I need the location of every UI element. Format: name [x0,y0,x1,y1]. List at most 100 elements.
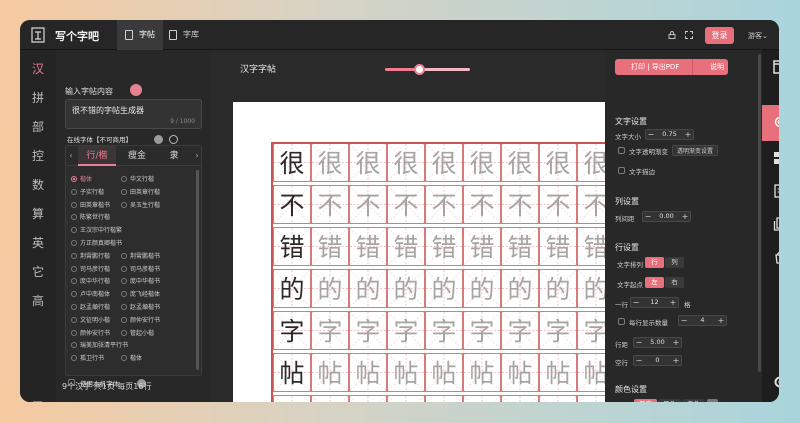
blank-rows-minus[interactable]: − [634,356,644,365]
fullscreen-icon[interactable] [685,31,693,39]
font-option[interactable]: 荆霄鹏楷书 [121,251,160,260]
font-option[interactable]: 赵孟頫楷书 [121,302,160,311]
rail-item-radical[interactable]: 部 [20,118,56,135]
grid-cell: 不 [577,185,605,224]
font-size-stepper[interactable]: − 0.75 + [645,129,694,140]
color-black-option[interactable]: 黑色 [658,399,681,402]
font-option[interactable]: 荆霄鹏行楷 [71,251,110,260]
rail-item-math[interactable]: 算 [20,205,56,222]
tool-template[interactable] [762,240,779,276]
start-left-option[interactable]: 左 [645,277,664,288]
font-option[interactable]: 庞中华行楷 [71,276,110,285]
row-height-stepper[interactable]: − 5.00 + [633,337,682,348]
font-option[interactable]: 华文行楷 [121,174,154,183]
outline-checkbox[interactable] [618,167,625,174]
row-height-plus[interactable]: + [671,338,681,347]
color-white-option[interactable]: 白色 [682,399,705,402]
font-option[interactable]: 管起小楷 [121,328,154,337]
opacity-settings-button[interactable]: 透明渐变设置 [672,145,719,156]
font-help-icon[interactable] [154,135,163,144]
tab-shoujin[interactable]: 瘦金 [118,146,156,166]
color-gradient-option[interactable]: 渐变 [634,399,657,402]
rail-item-pinyin[interactable]: 拼 [20,89,56,106]
print-export-button[interactable]: 打印 | 导出PDF 说明 [615,59,728,75]
zoom-slider-knob[interactable] [414,64,425,75]
tool-document[interactable] [762,174,779,210]
font-option[interactable]: 颜仲安行书 [121,315,160,324]
font-option[interactable]: 吴玉生行楷 [121,200,160,209]
per-row-stepper[interactable]: − 12 + [630,297,679,308]
tool-copy[interactable] [762,207,779,243]
font-option[interactable]: 方正颜真卿楷书 [71,238,122,247]
menu-icon[interactable] [33,401,42,402]
tab-font-library[interactable]: 字库 [161,20,207,50]
font-option[interactable]: 司马彦行楷 [71,264,110,273]
font-size-minus[interactable]: − [646,130,656,139]
grid-character: 很 [355,149,381,178]
per-row-show-plus[interactable]: + [716,316,726,325]
grid-cell: 的 [501,269,539,308]
tab-running-regular[interactable]: 行/楷 [78,146,116,166]
input-help-badge[interactable] [130,84,142,96]
column-spacing-minus[interactable]: − [643,212,653,221]
blank-rows-plus[interactable]: + [671,356,681,365]
font-option[interactable]: 田英章行楷 [121,187,160,196]
content-textarea[interactable]: 很不错的字帖生成器 9 / 1000 [65,99,202,129]
login-button[interactable]: 登录 [705,27,734,44]
font-option[interactable]: 楷体 [121,353,142,362]
start-right-option[interactable]: 右 [665,277,684,288]
per-row-show-minus[interactable]: − [679,316,689,325]
font-option[interactable]: 庞飞经楷体 [121,289,160,298]
per-row-plus[interactable]: + [668,298,678,307]
color-picker-swatch[interactable] [707,399,718,402]
font-option[interactable]: 孤卫行书 [71,353,104,362]
column-spacing-stepper[interactable]: − 0.00 + [642,211,691,222]
font-option[interactable]: 王汉宗中行楷繁 [71,225,122,234]
font-option[interactable]: 陈繁世行楷 [71,212,110,221]
tool-settings[interactable] [762,105,779,141]
font-option[interactable]: 卢中南楷体 [71,289,110,298]
opacity-checkbox[interactable] [618,147,625,154]
refresh-icon[interactable] [169,135,178,144]
font-option[interactable]: 庞中华楷书 [121,276,160,285]
per-row-show-stepper[interactable]: − 4 + [678,315,727,326]
tab-clerical[interactable]: 隶 [158,146,190,166]
font-list-scrollbar[interactable] [196,170,199,370]
rail-item-english[interactable]: 英 [20,234,56,251]
user-menu-label: 游客 [748,32,762,40]
per-row-minus[interactable]: − [631,298,641,307]
font-option[interactable]: 田英章楷书 [71,200,110,209]
font-option[interactable]: 子实行楷 [71,187,104,196]
row-height-minus[interactable]: − [634,338,644,347]
blank-rows-stepper[interactable]: − 0 + [633,355,682,366]
rail-item-advanced[interactable]: 高 [20,292,56,309]
settings-scrollbar[interactable] [758,54,761,372]
help-button[interactable]: 说明 [710,62,724,72]
tool-preferences[interactable] [762,365,779,401]
arrange-row-option[interactable]: 行 [645,257,664,268]
column-spacing-plus[interactable]: + [680,212,690,221]
tab-scroll-left[interactable]: ‹ [66,146,76,166]
font-option[interactable]: 司马彦楷书 [121,264,160,273]
grid-character: 的 [279,275,305,304]
font-option[interactable]: 文征明小楷 [71,315,110,324]
rail-item-other[interactable]: 它 [20,263,56,280]
rail-item-number[interactable]: 数 [20,176,56,193]
font-option[interactable]: 颜仲安行书 [71,328,110,337]
lock-icon[interactable] [668,31,676,39]
tab-copybook[interactable]: 字帖 [117,20,163,50]
font-option[interactable]: 楷体 [71,174,92,183]
user-menu[interactable]: 游客⌄ [748,31,768,41]
zoom-slider[interactable] [385,64,470,75]
rail-item-hanzi[interactable]: 汉 [20,60,56,77]
tool-grid[interactable] [762,141,779,177]
font-size-plus[interactable]: + [683,130,693,139]
font-option[interactable]: 赵孟頫行楷 [71,302,110,311]
tab-scroll-right[interactable]: › [192,146,201,166]
rail-item-control[interactable]: 控 [20,147,56,164]
per-row-show-checkbox[interactable] [618,318,625,325]
font-option[interactable]: 瑞美加张清平行书 [71,340,128,349]
tool-layout[interactable] [762,50,779,86]
radio-icon [71,252,77,259]
arrange-column-option[interactable]: 列 [665,257,684,268]
